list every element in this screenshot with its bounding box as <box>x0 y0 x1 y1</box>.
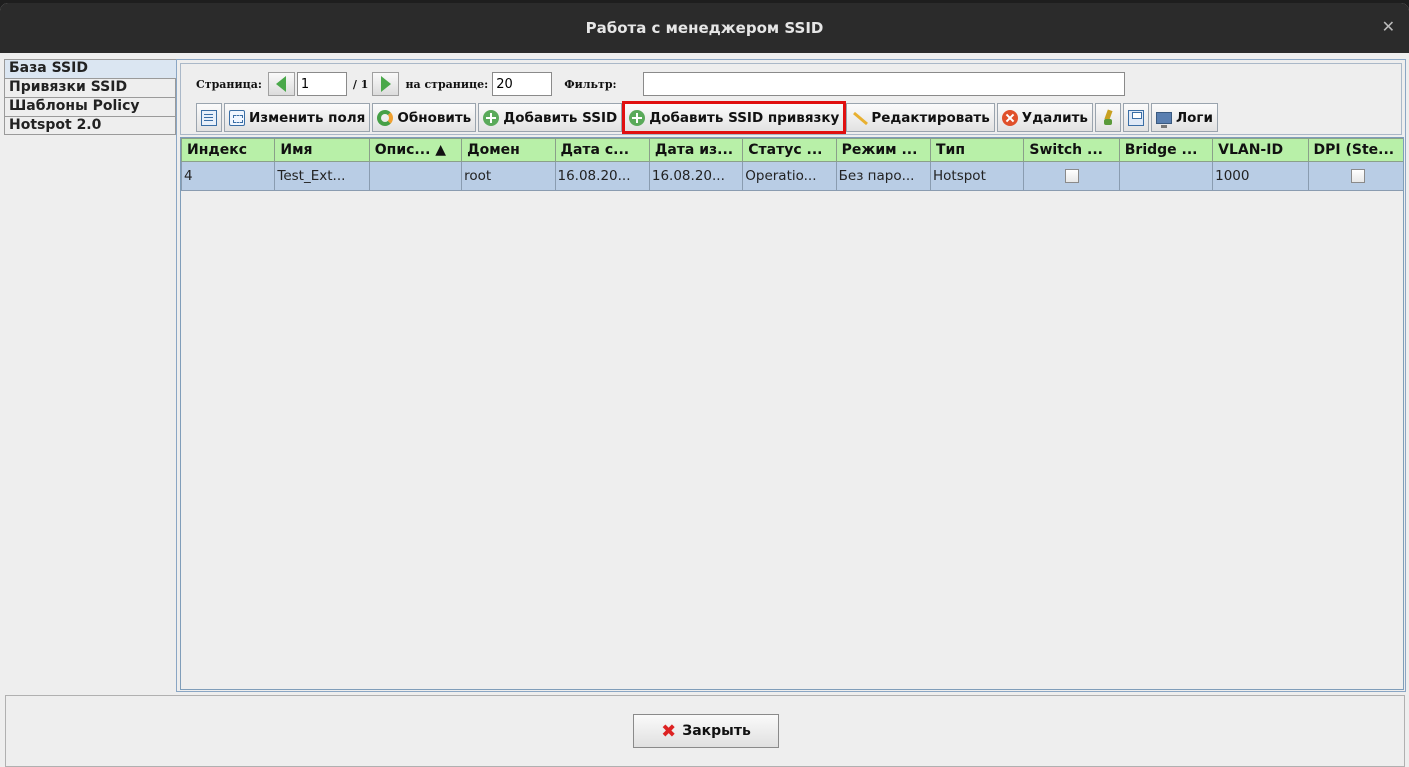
tab-hotspot-2[interactable]: Hotspot 2.0 <box>4 116 176 135</box>
per-page-input[interactable] <box>492 72 553 96</box>
cell-date-created: 16.08.20... <box>554 161 650 191</box>
columns-button[interactable] <box>196 103 222 132</box>
table-header-row: Индекс Имя Опис... ▲ Домен Дата с... Дат… <box>181 138 1403 162</box>
add-binding-label: Добавить SSID привязку <box>649 109 840 126</box>
add-icon <box>629 109 646 126</box>
close-label: Закрыть <box>682 723 751 739</box>
save-icon <box>1127 109 1144 126</box>
close-window-icon[interactable]: ✕ <box>1382 17 1395 36</box>
col-header-date-modified[interactable]: Дата из... <box>648 138 744 162</box>
tab-policy-templates[interactable]: Шаблоны Policy <box>4 97 176 116</box>
add-ssid-button[interactable]: Добавить SSID <box>478 103 623 132</box>
tab-ssid-bindings[interactable]: Привязки SSID <box>4 78 176 97</box>
filter-label: Фильтр: <box>564 77 617 91</box>
cell-description <box>368 161 463 191</box>
footer-panel: ✖ Закрыть <box>5 695 1405 767</box>
delete-label: Удалить <box>1021 109 1088 126</box>
window-title: Работа с менеджером SSID <box>585 19 824 37</box>
arrow-left-icon <box>276 76 287 92</box>
col-header-type[interactable]: Тип <box>929 138 1025 162</box>
cell-index: 4 <box>181 161 276 191</box>
refresh-label: Обновить <box>397 109 472 126</box>
cell-date-modified: 16.08.20... <box>648 161 744 191</box>
col-header-status[interactable]: Статус ... <box>742 138 837 162</box>
title-bar: Работа с менеджером SSID ✕ <box>0 3 1409 53</box>
cell-mode: Без паро... <box>835 161 932 191</box>
list-icon <box>201 109 217 126</box>
add-icon <box>483 109 500 126</box>
side-tabs: База SSID Привязки SSID Шаблоны Policy H… <box>4 59 178 135</box>
col-header-bridge[interactable]: Bridge ... <box>1118 138 1214 162</box>
pagination: Страница: / 1 на странице: Фильтр: <box>196 70 1125 98</box>
toolbar: Изменить поля Обновить Добавить SSID Доб… <box>196 101 1220 134</box>
refresh-button[interactable]: Обновить <box>372 103 477 132</box>
edit-label: Редактировать <box>871 109 990 126</box>
page-label: Страница: <box>196 77 262 91</box>
monitor-icon <box>1155 111 1172 128</box>
controls-panel: Страница: / 1 на странице: Фильтр: Измен… <box>180 63 1402 135</box>
col-header-description[interactable]: Опис... ▲ <box>368 138 463 162</box>
add-ssid-label: Добавить SSID <box>503 109 618 126</box>
edit-fields-label: Изменить поля <box>249 109 366 126</box>
per-page-label: на странице: <box>405 77 489 91</box>
pencil-icon <box>851 110 867 126</box>
brush-icon <box>1100 110 1116 126</box>
filter-input[interactable] <box>642 72 1125 96</box>
ssid-manager-window: Работа с менеджером SSID ✕ База SSID При… <box>0 3 1409 767</box>
col-header-domain[interactable]: Домен <box>461 138 556 162</box>
edit-fields-button[interactable]: Изменить поля <box>224 103 371 132</box>
prev-page-button[interactable] <box>267 72 295 96</box>
cell-vlan-id: 1000 <box>1212 161 1309 191</box>
switch-checkbox[interactable] <box>1064 169 1079 183</box>
export-button[interactable] <box>1122 103 1149 132</box>
fields-icon <box>229 109 245 126</box>
cell-dpi <box>1307 161 1403 191</box>
col-header-index[interactable]: Индекс <box>181 138 276 162</box>
dpi-checkbox[interactable] <box>1351 169 1366 183</box>
col-header-name[interactable]: Имя <box>274 138 370 162</box>
tab-ssid-base[interactable]: База SSID <box>4 59 178 78</box>
cell-type: Hotspot <box>929 161 1025 191</box>
delete-icon <box>1001 109 1018 126</box>
delete-button[interactable]: Удалить <box>996 103 1093 132</box>
page-total: / 1 <box>352 77 369 91</box>
page-input[interactable] <box>296 72 347 96</box>
col-header-switch[interactable]: Switch ... <box>1023 138 1120 162</box>
add-ssid-binding-button[interactable]: Добавить SSID привязку <box>622 101 847 134</box>
cell-name: Test_Ext... <box>274 161 370 191</box>
ssid-base-panel: Страница: / 1 на странице: Фильтр: Измен… <box>176 59 1406 692</box>
close-button[interactable]: ✖ Закрыть <box>633 714 779 748</box>
col-header-date-created[interactable]: Дата с... <box>554 138 650 162</box>
cell-bridge <box>1118 161 1214 191</box>
refresh-icon <box>377 109 394 126</box>
col-header-vlan-id[interactable]: VLAN-ID <box>1212 138 1309 162</box>
edit-button[interactable]: Редактировать <box>846 103 995 132</box>
col-header-mode[interactable]: Режим ... <box>835 138 932 162</box>
logs-button[interactable]: Логи <box>1150 103 1218 132</box>
next-page-button[interactable] <box>372 72 400 96</box>
cell-domain: root <box>461 161 556 191</box>
cell-status: Operatio... <box>742 161 837 191</box>
cell-switch <box>1023 161 1120 191</box>
close-icon: ✖ <box>661 720 677 742</box>
logs-label: Логи <box>1175 109 1213 126</box>
col-header-dpi[interactable]: DPI (Ste... <box>1307 138 1403 162</box>
ssid-table: Индекс Имя Опис... ▲ Домен Дата с... Дат… <box>180 137 1404 690</box>
arrow-right-icon <box>380 76 391 92</box>
table-row[interactable]: 4 Test_Ext... root 16.08.20... 16.08.20.… <box>181 161 1403 191</box>
clean-button[interactable] <box>1094 103 1121 132</box>
